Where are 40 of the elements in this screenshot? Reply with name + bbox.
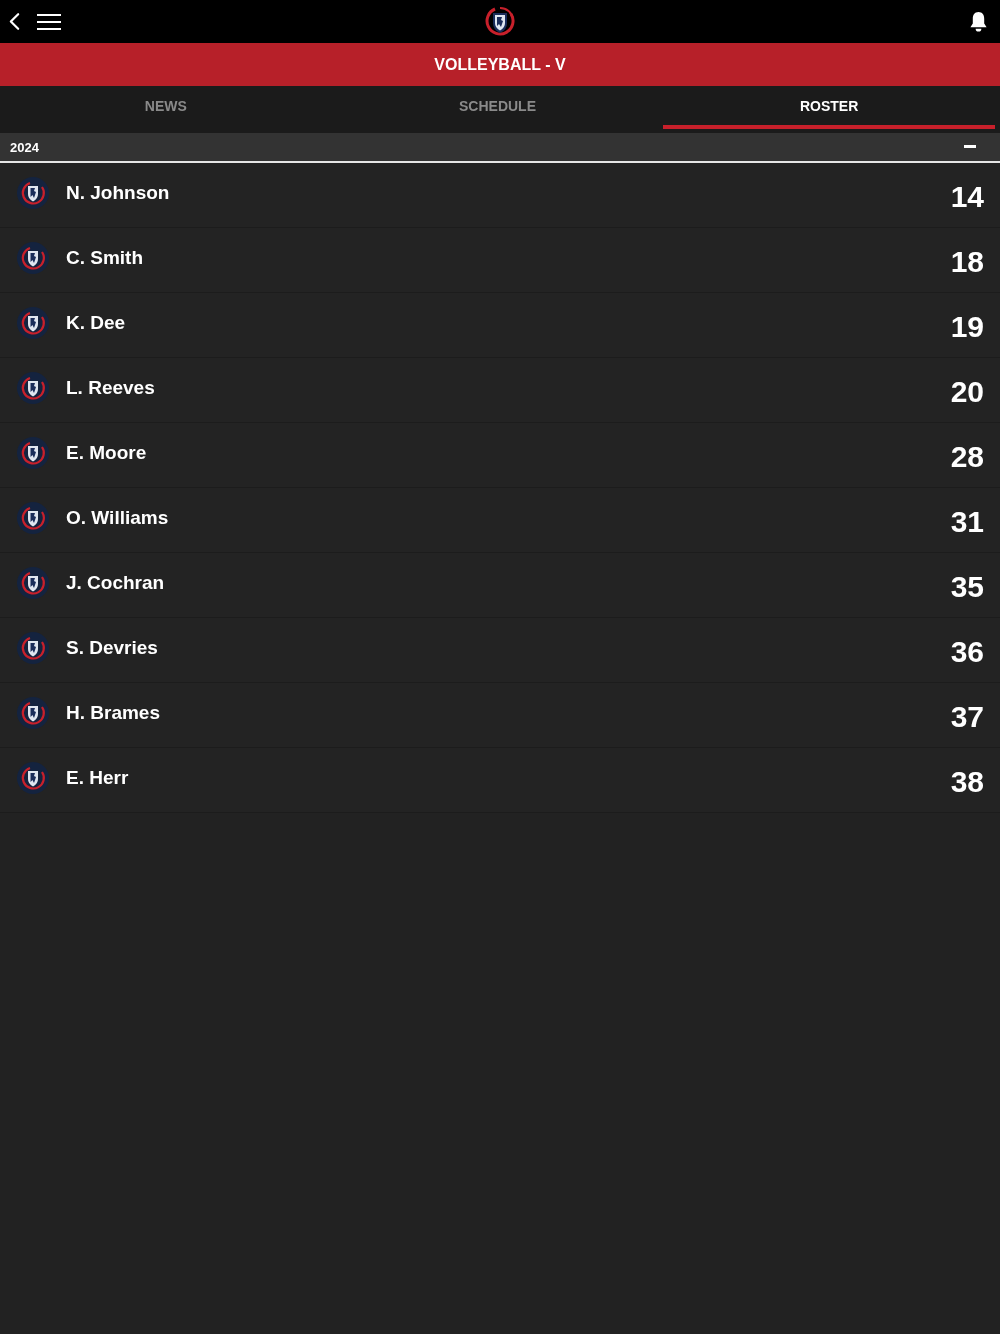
jersey-number: 18 (950, 245, 984, 279)
player-name: L. Reeves (66, 376, 156, 399)
player-name: J. Cochran (66, 571, 166, 594)
shield-logo-icon (17, 176, 49, 209)
shield-logo-icon (484, 5, 516, 37)
bell-icon[interactable] (969, 11, 988, 32)
jersey-number: 28 (950, 440, 984, 474)
shield-logo-icon (17, 306, 49, 339)
back-chevron-icon[interactable] (9, 12, 20, 31)
player-name: N. Johnson (66, 181, 171, 204)
season-label: 2024 (10, 139, 39, 155)
player-name: E. Moore (66, 441, 148, 464)
tab[interactable]: ROSTER (663, 86, 995, 129)
player-name: E. Herr (66, 766, 130, 789)
menu-icon[interactable] (37, 13, 61, 30)
jersey-number: 19 (950, 310, 984, 344)
shield-logo-icon (17, 436, 49, 469)
shield-logo-icon (17, 501, 49, 534)
jersey-number: 36 (950, 635, 984, 669)
shield-logo-icon (17, 371, 49, 404)
shield-logo-icon (17, 696, 49, 729)
shield-logo-icon (17, 761, 49, 794)
jersey-number: 38 (950, 765, 984, 799)
jersey-number: 31 (950, 505, 984, 539)
shield-logo-icon (17, 631, 49, 664)
collapse-minus-icon[interactable] (964, 144, 976, 148)
player-name: S. Devries (66, 636, 159, 659)
jersey-number: 35 (950, 570, 984, 604)
tab[interactable]: NEWS (0, 86, 332, 129)
tab[interactable]: SCHEDULE (331, 86, 664, 129)
player-name: C. Smith (66, 246, 145, 269)
shield-logo-icon (17, 241, 49, 274)
sport-title: VOLLEYBALL - V (434, 55, 566, 74)
shield-logo-icon (17, 566, 49, 599)
jersey-number: 20 (950, 375, 984, 409)
jersey-number: 14 (950, 180, 984, 214)
player-name: K. Dee (66, 311, 127, 334)
jersey-number: 37 (950, 700, 984, 734)
player-name: O. Williams (66, 506, 170, 529)
player-name: H. Brames (66, 701, 161, 724)
